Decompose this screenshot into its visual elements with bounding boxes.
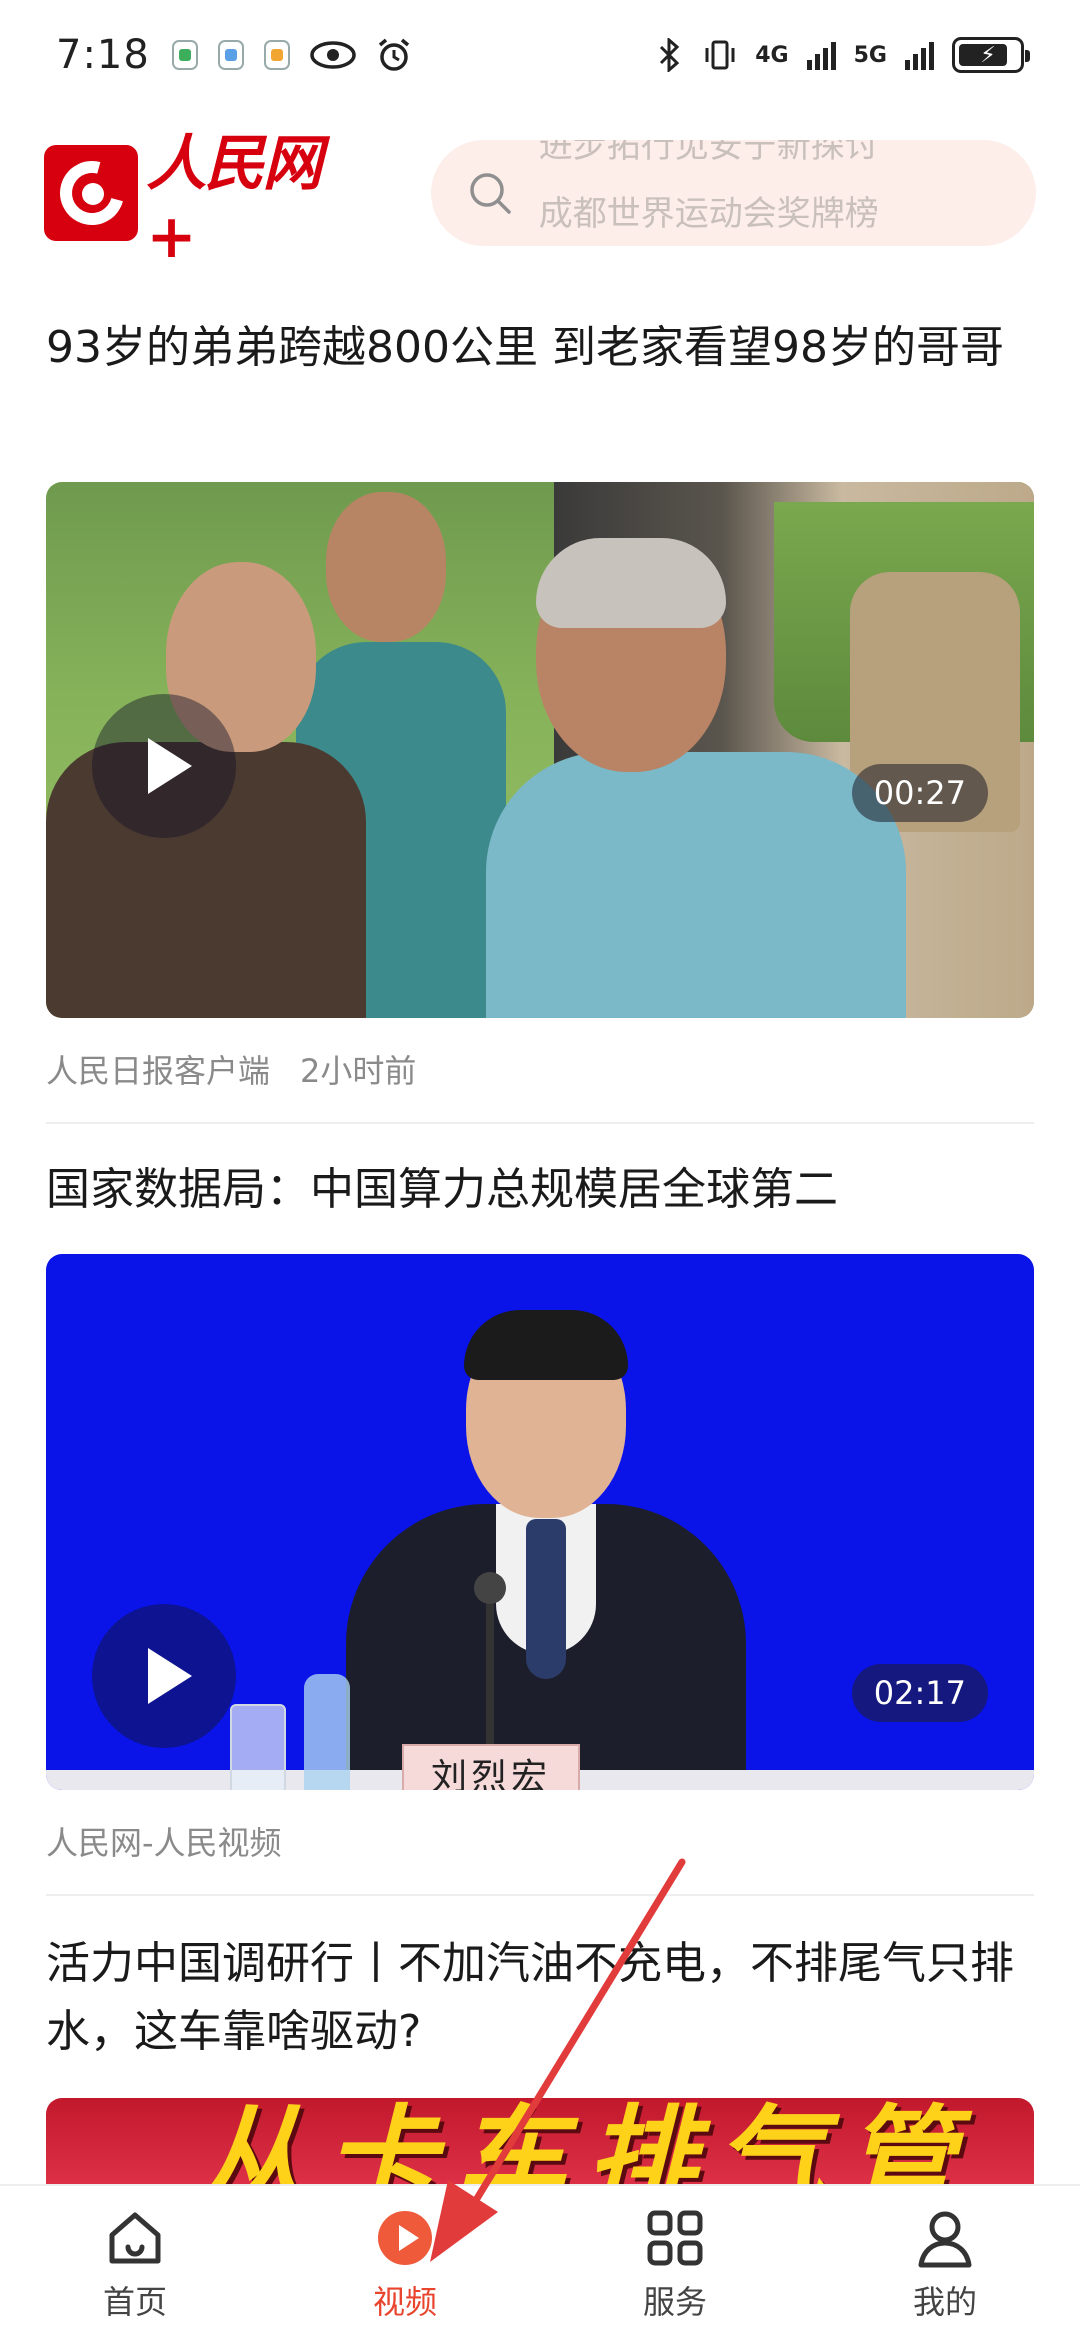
- banner-text: 从卡车排气管: [196, 2098, 976, 2194]
- article-source: 人民日报客户端: [46, 1052, 271, 1090]
- bottom-nav: 首页 视频 服务 我的: [0, 2184, 1080, 2340]
- video-thumbnail[interactable]: 00:27: [46, 482, 1034, 1018]
- search-bar[interactable]: 进步拓行见安宁新探讨 成都世界运动会奖牌榜: [430, 140, 1036, 246]
- nav-label: 我的: [912, 2283, 977, 2321]
- nav-label: 视频: [372, 2283, 437, 2321]
- search-hint: 成都世界运动会奖牌榜: [538, 194, 879, 234]
- system-status: 4G 5G ⚡: [655, 37, 1030, 73]
- video-duration: 00:27: [851, 764, 988, 822]
- glass-cup: [230, 1704, 286, 1790]
- feed-item[interactable]: 国家数据局：中国算力总规模居全球第二 刘烈宏 02:17 人民网-人民视频: [46, 1156, 1034, 1896]
- video-duration: 02:17: [851, 1664, 988, 1722]
- signal-strength-2-icon: [905, 40, 934, 70]
- browser-app-icon: [217, 40, 244, 70]
- user-icon: [918, 2211, 972, 2268]
- speaker-figure: [464, 1310, 628, 1380]
- article-time: 2小时前: [300, 1052, 417, 1090]
- play-icon[interactable]: [92, 1604, 236, 1748]
- feed-item[interactable]: 93岁的弟弟跨越800公里 到老家看望98岁的哥哥 00:27 人民日报客户端 2…: [46, 314, 1034, 1124]
- play-icon[interactable]: [92, 694, 236, 838]
- video-thumbnail[interactable]: 刘烈宏 02:17: [46, 1254, 1034, 1790]
- battery-charging-icon: ⚡: [952, 37, 1030, 73]
- nav-item-services[interactable]: 服务: [540, 2186, 810, 2340]
- article-title[interactable]: 国家数据局：中国算力总规模居全球第二: [46, 1156, 1034, 1224]
- video-thumbnail[interactable]: 从卡车排气管: [46, 2098, 1034, 2194]
- signal-strength-1-icon: [806, 40, 836, 70]
- app-header: 人民网+ 进步拓行见安宁新探讨 成都世界运动会奖牌榜: [44, 129, 1036, 272]
- person-figure: [486, 752, 906, 1018]
- person-figure: [326, 492, 446, 642]
- bluetooth-icon: [660, 38, 680, 72]
- notes-app-icon: [263, 40, 290, 70]
- alarm-icon: [378, 38, 409, 71]
- article-title[interactable]: 93岁的弟弟跨越800公里 到老家看望98岁的哥哥: [46, 314, 1034, 382]
- video-play-icon: [378, 2211, 432, 2265]
- nav-item-video[interactable]: 视频: [270, 2186, 540, 2340]
- person-figure: [536, 538, 726, 628]
- app-logo-text: 人民网+: [146, 128, 322, 272]
- nav-item-profile[interactable]: 我的: [810, 2186, 1080, 2340]
- divider: [46, 1122, 1034, 1124]
- network-5g-label: 5G: [853, 42, 887, 68]
- status-bar: 7:18 4G 5G ⚡: [0, 0, 1080, 110]
- search-hint-previous: 进步拓行见安宁新探讨: [538, 140, 879, 166]
- nav-label: 服务: [642, 2283, 707, 2321]
- microphone: [474, 1572, 506, 1604]
- article-meta: 人民网-人民视频: [46, 1818, 282, 1864]
- eye-icon: [310, 41, 356, 69]
- feed-item[interactable]: 活力中国调研行丨不加汽油不充电，不排尾气只排水，这车靠啥驱动? 从卡车排气管: [46, 1930, 1034, 2194]
- article-title[interactable]: 活力中国调研行丨不加汽油不充电，不排尾气只排水，这车靠啥驱动?: [46, 1930, 1034, 2066]
- home-icon: [109, 2212, 161, 2264]
- vibrate-icon: [705, 40, 735, 70]
- nav-item-home[interactable]: 首页: [0, 2186, 270, 2340]
- grid-icon: [647, 2210, 703, 2266]
- nav-label: 首页: [102, 2283, 167, 2321]
- nameplate: 刘烈宏: [402, 1744, 580, 1790]
- network-4g-label: 4G: [755, 42, 789, 68]
- speaker-figure: [526, 1519, 566, 1679]
- shield-app-icon: [171, 40, 198, 70]
- article-source: 人民网-人民视频: [46, 1824, 282, 1862]
- article-meta: 人民日报客户端 2小时前: [46, 1046, 416, 1092]
- search-icon: [469, 173, 511, 214]
- status-time: 7:18: [56, 32, 150, 78]
- notification-icons: [171, 37, 412, 73]
- divider: [46, 1894, 1034, 1896]
- app-logo-icon: [44, 145, 139, 241]
- water-bottle: [304, 1674, 350, 1790]
